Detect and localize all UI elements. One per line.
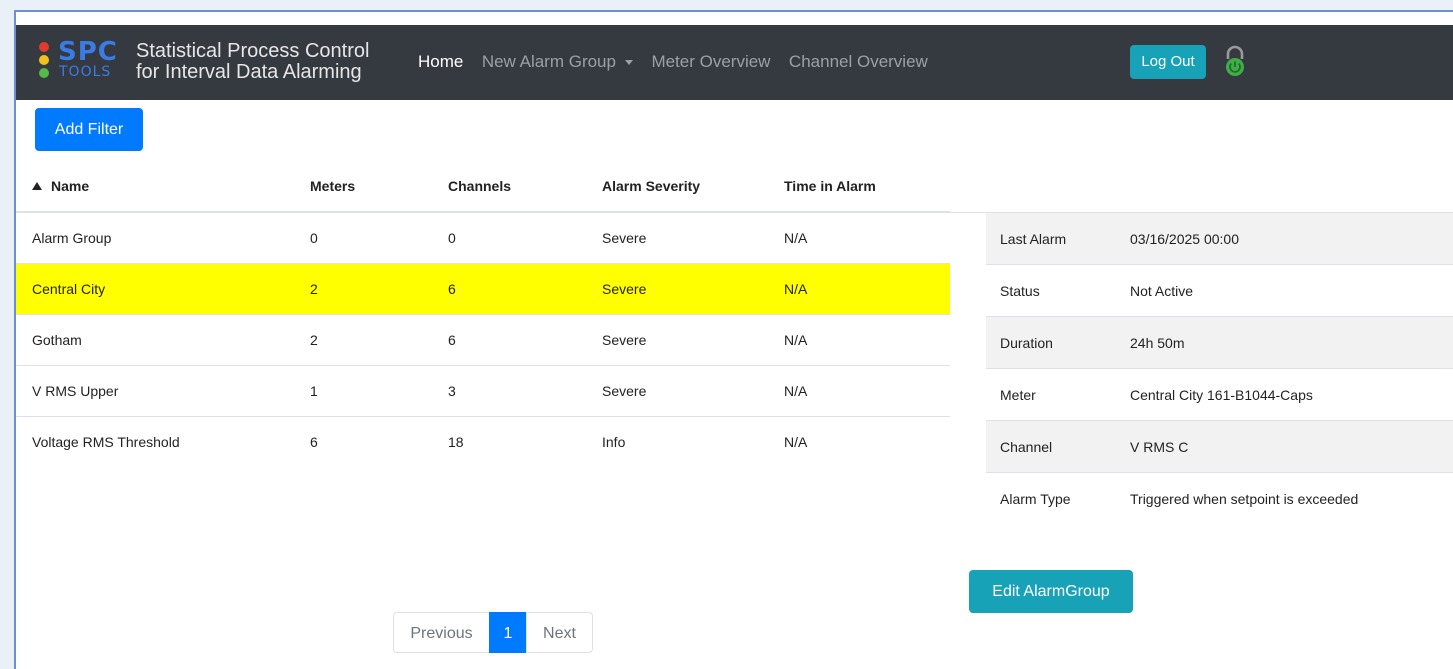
detail-row-meter: Meter Central City 161-B1044-Caps [986, 368, 1453, 421]
sort-ascending-icon [32, 181, 42, 190]
divider [946, 212, 986, 213]
cell-channels: 18 [448, 433, 464, 450]
detail-label: Meter [986, 368, 1116, 421]
detail-row-alarm-type: Alarm Type Triggered when setpoint is ex… [986, 473, 1453, 525]
cell-time: N/A [768, 212, 950, 264]
detail-label: Duration [986, 316, 1116, 369]
cell-name: Gotham [16, 314, 294, 366]
cell-channels: 6 [432, 314, 586, 366]
cell-channels: 6 [432, 263, 586, 315]
pagination-previous[interactable]: Previous [393, 612, 490, 653]
navbar: SPC TOOLS Statistical Process Control fo… [16, 25, 1453, 100]
cell-meters: 0 [294, 212, 432, 264]
cell-name: Voltage RMS Threshold [32, 433, 180, 450]
detail-label: Status [986, 264, 1116, 317]
brand-logo[interactable]: SPC TOOLS Statistical Process Control fo… [38, 37, 378, 86]
detail-value: V RMS C [1116, 420, 1453, 473]
detail-value: Not Active [1116, 264, 1453, 317]
detail-value: 24h 50m [1116, 316, 1453, 369]
cell-severity: Severe [586, 314, 768, 366]
cell-severity: Info [602, 433, 626, 450]
table-row[interactable]: V RMS Upper 1 3 Severe N/A [16, 365, 950, 417]
header-meters[interactable]: Meters [294, 160, 432, 213]
cell-channels: 0 [432, 212, 586, 264]
detail-row-duration: Duration 24h 50m [986, 316, 1453, 369]
cell-time: N/A [768, 365, 950, 417]
app-window: SPC TOOLS Statistical Process Control fo… [14, 10, 1453, 669]
cell-meters: 2 [294, 263, 432, 315]
add-filter-button[interactable]: Add Filter [35, 108, 143, 151]
detail-value: 03/16/2025 00:00 [1116, 212, 1453, 265]
detail-value: Triggered when setpoint is exceeded [1130, 490, 1359, 507]
edit-alarm-group-button[interactable]: Edit AlarmGroup [969, 570, 1133, 613]
alarm-groups-table: Name Meters Channels Alarm Severity Time… [16, 160, 950, 467]
alarm-details-panel: Last Alarm 03/16/2025 00:00 Status Not A… [946, 212, 1453, 525]
nav-meter-overview[interactable]: Meter Overview [651, 51, 770, 73]
nav-new-alarm-group-label: New Alarm Group [481, 52, 616, 71]
header-channels[interactable]: Channels [432, 160, 586, 213]
cell-channels: 3 [432, 365, 586, 417]
detail-row-status: Status Not Active [986, 264, 1453, 317]
table-header-row: Name Meters Channels Alarm Severity Time… [16, 160, 950, 213]
nav-home[interactable]: Home [418, 51, 463, 73]
app-title: Statistical Process Control for Interval… [136, 41, 369, 83]
traffic-light-icon [38, 40, 50, 82]
detail-label: Last Alarm [986, 212, 1116, 265]
cell-severity: Severe [586, 212, 768, 264]
table-row[interactable]: Voltage RMS Threshold 6 18 Info N/A [16, 416, 950, 467]
power-icon[interactable] [1218, 45, 1252, 79]
cell-name: V RMS Upper [16, 365, 294, 417]
cell-severity: Severe [586, 263, 768, 315]
table-row[interactable]: Gotham 2 6 Severe N/A [16, 314, 950, 366]
detail-label: Alarm Type [1000, 490, 1071, 507]
cell-meters: 2 [294, 314, 432, 366]
cell-time: N/A [784, 433, 808, 450]
cell-name: Central City [16, 263, 294, 315]
nav-channel-overview[interactable]: Channel Overview [789, 51, 928, 73]
cell-time: N/A [768, 314, 950, 366]
cell-name: Alarm Group [16, 212, 294, 264]
cell-meters: 1 [294, 365, 432, 417]
detail-value: Central City 161-B1044-Caps [1116, 368, 1453, 421]
pagination: Previous 1 Next [393, 612, 593, 653]
logo-spc-text: SPC [58, 37, 118, 67]
cell-time: N/A [768, 263, 950, 315]
app-title-line1: Statistical Process Control [136, 40, 370, 62]
header-name-label: Name [51, 177, 90, 194]
header-alarm-severity[interactable]: Alarm Severity [586, 160, 768, 213]
pagination-page-current[interactable]: 1 [489, 612, 527, 653]
detail-label: Channel [986, 420, 1116, 473]
header-time-in-alarm[interactable]: Time in Alarm [768, 160, 950, 213]
table-row-selected[interactable]: Central City 2 6 Severe N/A [16, 263, 950, 315]
detail-row-last-alarm: Last Alarm 03/16/2025 00:00 [986, 212, 1453, 265]
table-row[interactable]: Alarm Group 0 0 Severe N/A [16, 212, 950, 264]
cell-severity: Severe [586, 365, 768, 417]
header-name[interactable]: Name [16, 160, 294, 213]
logout-button[interactable]: Log Out [1130, 45, 1206, 79]
detail-row-channel: Channel V RMS C [986, 420, 1453, 473]
logo-tools-text: TOOLS [59, 64, 112, 80]
caret-down-icon [624, 60, 633, 66]
cell-meters: 6 [310, 433, 318, 450]
nav-links: Home New Alarm Group Meter Overview Chan… [418, 51, 942, 75]
app-title-line2: for Interval Data Alarming [136, 61, 362, 83]
pagination-next[interactable]: Next [526, 612, 593, 653]
nav-new-alarm-group[interactable]: New Alarm Group [482, 51, 633, 73]
